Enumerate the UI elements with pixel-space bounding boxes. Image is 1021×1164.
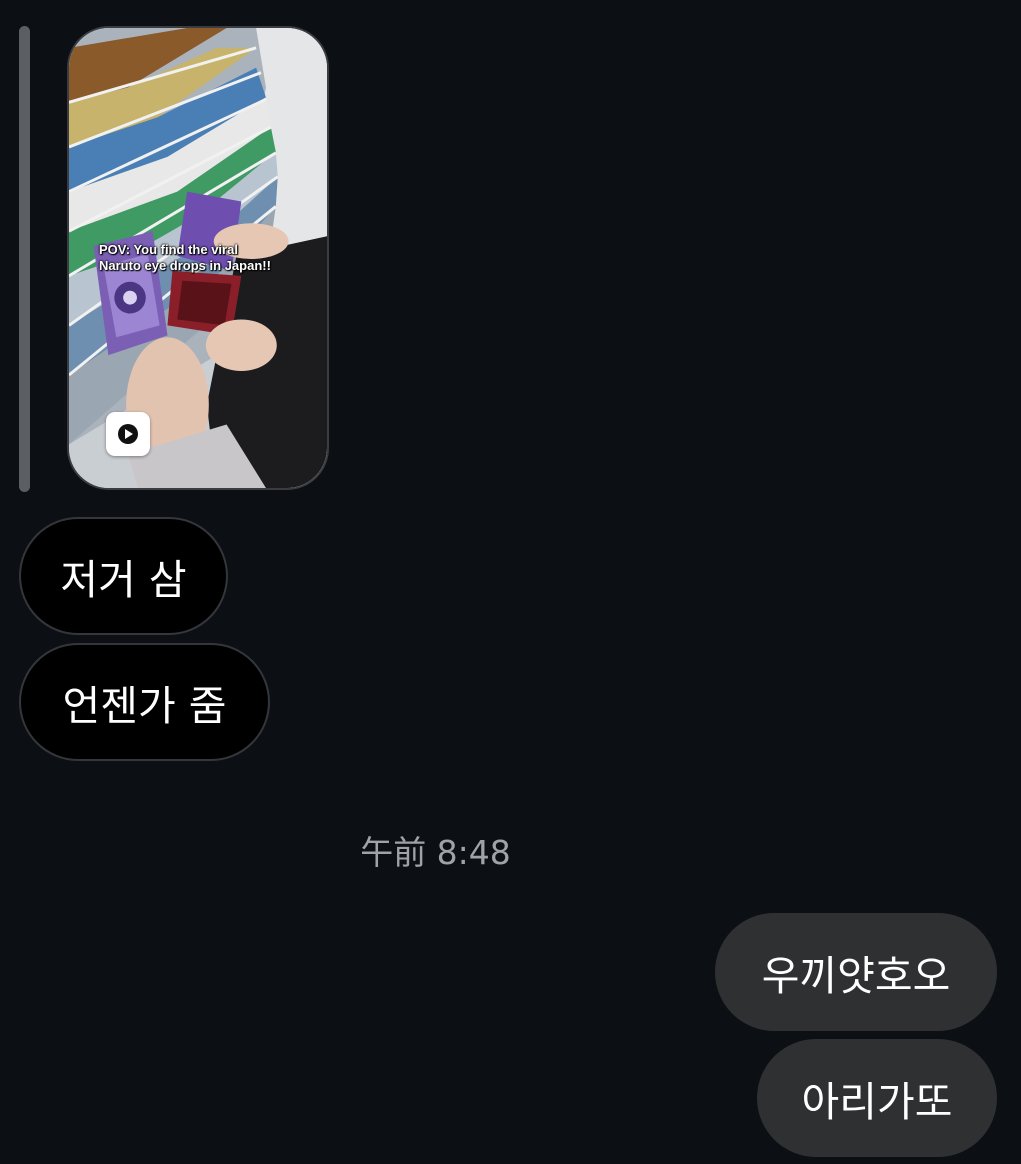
message-text: 언젠가 줌 <box>62 682 227 730</box>
received-message-bubble[interactable]: 저거 삼 <box>19 517 228 635</box>
message-timestamp: 午前 8:48 <box>360 833 511 872</box>
play-button[interactable] <box>106 412 150 456</box>
sent-message-bubble[interactable]: 우끼얏호오 <box>715 913 997 1031</box>
play-icon <box>118 424 138 444</box>
video-caption: POV: You find the viral Naruto eye drops… <box>99 242 299 274</box>
video-caption-line: POV: You find the viral <box>99 242 238 257</box>
message-text: 저거 삼 <box>60 556 187 604</box>
chat-screen: POV: You find the viral Naruto eye drops… <box>0 0 1021 1164</box>
message-text: 아리가또 <box>801 1078 953 1126</box>
message-text: 우끼얏호오 <box>761 952 951 1000</box>
video-caption-line: Naruto eye drops in Japan!! <box>99 258 271 273</box>
reply-indicator-bar <box>19 26 30 492</box>
received-message-bubble[interactable]: 언젠가 줌 <box>19 643 270 761</box>
sent-message-bubble[interactable]: 아리가또 <box>757 1039 997 1157</box>
shared-video-thumbnail[interactable]: POV: You find the viral Naruto eye drops… <box>67 26 329 490</box>
